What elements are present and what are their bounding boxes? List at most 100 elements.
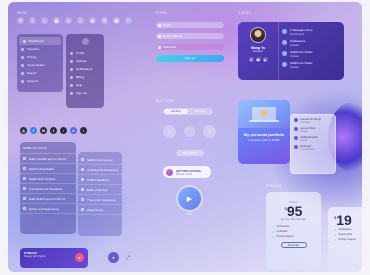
name-placeholder: Email: [163, 23, 171, 27]
circle-icon: [23, 157, 26, 160]
side-task-item[interactable]: SwiftUI Handbook: [78, 175, 122, 185]
email-field[interactable]: Email address: [156, 33, 224, 39]
avatar[interactable]: [81, 38, 89, 45]
notification-sub: Update: [290, 64, 300, 69]
play-label: Play: [187, 213, 192, 216]
course-detail-item[interactable]: Learned Next Design: [294, 127, 332, 133]
check-icon: [294, 127, 298, 131]
submenu-item-help[interactable]: Help: [66, 81, 104, 89]
side-task-item[interactable]: Build a Web App: [78, 185, 122, 195]
chat-icon[interactable]: ◉: [89, 17, 96, 24]
avatar-button[interactable]: ●: [108, 252, 119, 263]
course-detail-item[interactable]: Additional skills Figma: [294, 136, 332, 142]
submenu-item-billing[interactable]: Billing: [66, 73, 104, 81]
twitter-icon[interactable]: t: [50, 127, 57, 134]
side-task-item[interactable]: UI Design for Developers: [78, 165, 122, 175]
side-task-item[interactable]: Three.js for Developers: [78, 195, 122, 205]
next-button[interactable]: ›: [203, 125, 216, 138]
signup-form: Email Email address Password Sign up: [156, 22, 224, 62]
course-card[interactable]: My personal portfolio A complete guide t…: [238, 100, 290, 164]
submenu-item-settings[interactable]: Settings: [66, 57, 104, 65]
notification-item[interactable]: Notifications Update: [279, 37, 344, 48]
circle-icon: [23, 187, 26, 190]
video-icon[interactable]: ▶: [262, 57, 268, 62]
task-item[interactable]: Build SwiftUI apps for iOS 15: [20, 194, 76, 204]
notification-item[interactable]: SwiftUI For Flutter Update: [279, 59, 344, 70]
course-detail-item[interactable]: Learned 10 things Tutorials: [294, 118, 332, 124]
play-button[interactable]: ▶: [178, 187, 201, 210]
task-item[interactable]: SwiftUI and Combine: [20, 174, 76, 184]
tiktok-icon[interactable]: ♪: [60, 127, 67, 134]
segment-monthly[interactable]: Monthly: [164, 109, 188, 114]
medium-icon[interactable]: M: [40, 127, 47, 134]
user-icon[interactable]: ●: [65, 17, 72, 24]
chevron-left-icon: ‹: [168, 128, 171, 135]
segment-annually[interactable]: Annually: [188, 109, 212, 114]
side-task-item[interactable]: React Hooks: [78, 205, 122, 215]
submenu-item-label: Sign out: [76, 91, 88, 95]
expand-icon[interactable]: ⤢: [126, 255, 130, 261]
notification-sub: Update: [290, 42, 300, 47]
previous-button[interactable]: ‹: [163, 125, 176, 138]
record-button[interactable]: ●: [75, 253, 84, 262]
menu-item-search[interactable]: Search: [17, 69, 63, 77]
feature-item: ✓ Priority support: [334, 237, 362, 242]
notifications-list: 1 Messages From Developers Notifications U…: [278, 22, 344, 80]
task-item[interactable]: SwiftUI Visual Editor: [20, 164, 76, 174]
name-field[interactable]: Email: [156, 22, 224, 28]
signup-button[interactable]: Sign up: [156, 55, 224, 62]
notification-item[interactable]: SwiftUI For Flutter Update: [279, 48, 344, 59]
phone-icon[interactable]: ☎: [255, 57, 261, 62]
toggle-knob[interactable]: [184, 126, 195, 137]
message-icon[interactable]: ✉: [248, 57, 254, 62]
submenu-item-signout[interactable]: Sign out: [66, 89, 104, 97]
subscribe-button[interactable]: Subscribe: [280, 242, 307, 248]
menu-item-pricing[interactable]: Pricing: [17, 53, 63, 61]
menu-item-favorites[interactable]: Favorites: [17, 45, 63, 53]
submenu-item-notifications[interactable]: Notifications: [66, 65, 104, 73]
profile-avatar: [250, 27, 266, 43]
bell-icon: [70, 67, 73, 71]
task-item[interactable]: Animations and Transitions: [20, 184, 76, 194]
price-value: 95: [286, 203, 303, 219]
grid-icon[interactable]: ▦: [53, 17, 60, 24]
feature-label: Source files: [338, 233, 353, 236]
discord-icon[interactable]: d: [70, 127, 77, 134]
menu-icon[interactable]: ☰: [17, 17, 24, 24]
course-detail-item[interactable]: Endorsed 7 certificates: [294, 145, 332, 151]
task-label: Python and Engineering: [29, 206, 59, 211]
home-icon[interactable]: ⌂: [41, 17, 48, 24]
menu-item-communities[interactable]: Communities: [17, 61, 63, 69]
password-field[interactable]: Password: [156, 44, 224, 50]
menu-item-account[interactable]: Account: [17, 77, 63, 85]
side-task-item[interactable]: SwiftUI Concurrency: [78, 155, 122, 165]
lock-icon[interactable]: ▣: [113, 17, 120, 24]
task-label: SwiftUI Concurrency: [87, 157, 113, 162]
menu-item-dashboard[interactable]: Dashboard: [19, 37, 61, 45]
menu-item-label: Favorites: [27, 47, 40, 51]
check-icon: ✓: [272, 229, 275, 234]
submenu-item-profile[interactable]: Profile: [66, 49, 104, 57]
search-icon[interactable]: ⌕: [29, 17, 36, 24]
notification-sub: Developers: [290, 31, 305, 36]
feature-label: Priority support: [276, 235, 294, 238]
get-started-chip[interactable]: Get started: [176, 150, 204, 156]
apple-icon[interactable]: ◐: [80, 127, 87, 134]
github-icon[interactable]: ◎: [20, 127, 27, 134]
course-illustration: [238, 100, 290, 128]
design-system-canvas: Menu ☰ ⌕ ⌂ ▦ ● ♪ ◉ ⚙ ▣ ⋯ Dashboard Favor…: [8, 2, 362, 272]
task-item[interactable]: Build a SwiftUI app for iOS 15: [20, 154, 76, 164]
check-icon: [294, 118, 298, 122]
pro-access-button[interactable]: GET PRO ACCESS $19 per month: [163, 166, 211, 178]
facebook-icon[interactable]: f: [30, 127, 37, 134]
notification-item[interactable]: 1 Messages From Developers: [279, 26, 344, 37]
task-item[interactable]: Python and Engineering: [20, 204, 76, 214]
bell-icon[interactable]: ♪: [77, 17, 84, 24]
task-label: Build a SwiftUI app for iOS 15: [29, 156, 66, 161]
check-icon: ✓: [334, 237, 337, 242]
people-icon: [21, 63, 24, 67]
more-icon[interactable]: ⋯: [125, 17, 132, 24]
check-icon: [294, 145, 298, 149]
settings-icon[interactable]: ⚙: [101, 17, 108, 24]
task-label: React Hooks: [87, 207, 104, 212]
